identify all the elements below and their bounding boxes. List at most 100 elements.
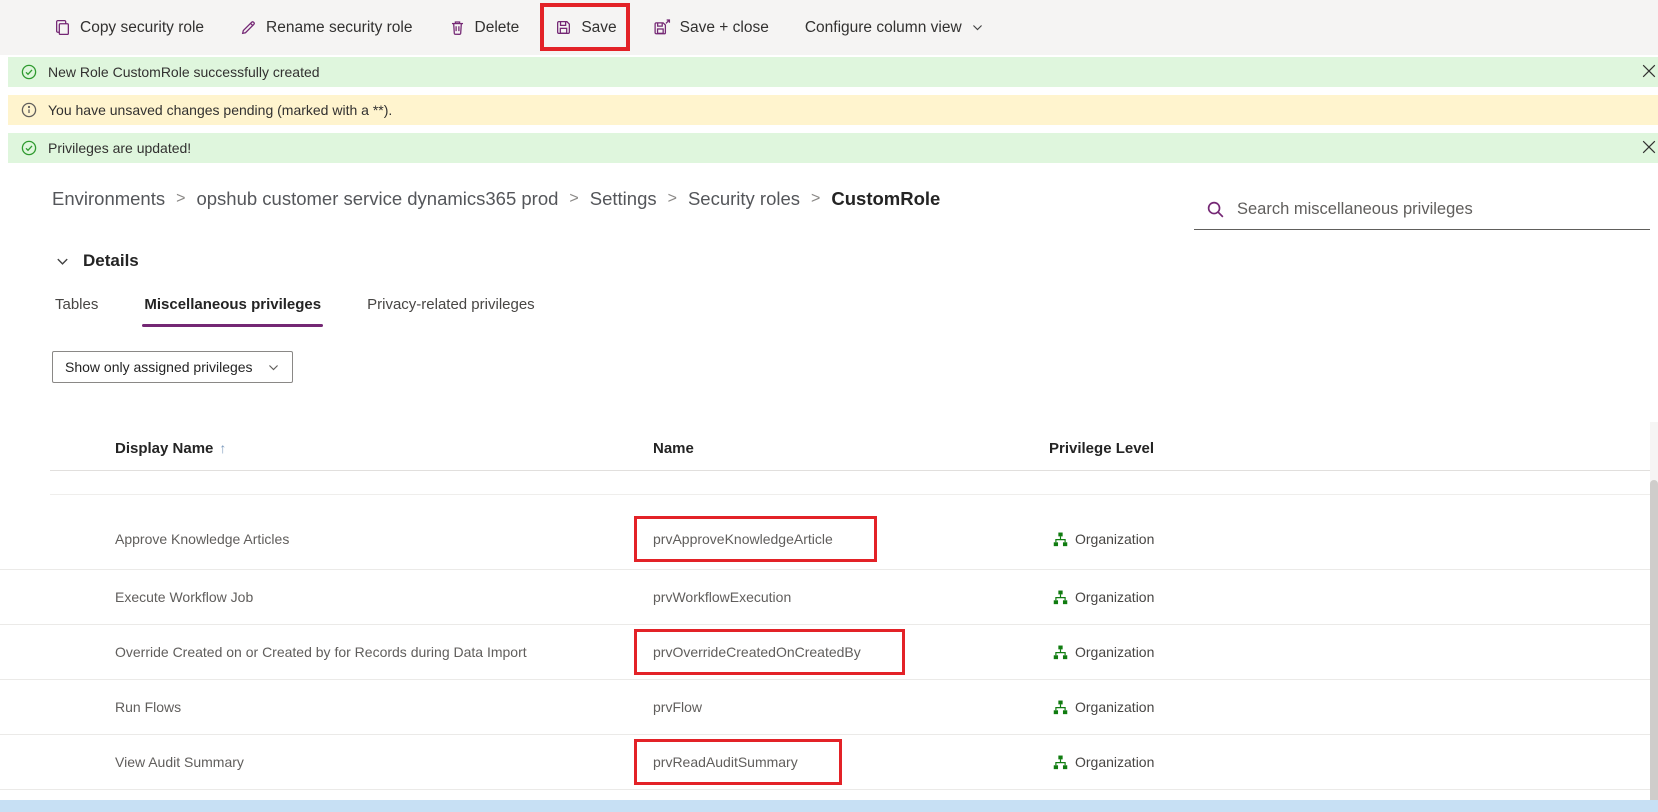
horizontal-scrollbar[interactable] bbox=[0, 800, 1658, 812]
cell-privilege-level: Organization bbox=[1053, 699, 1154, 715]
tab-bar: Tables Miscellaneous privileges Privacy-… bbox=[55, 296, 535, 327]
breadcrumb-separator: > bbox=[569, 190, 578, 208]
chevron-down-icon bbox=[267, 361, 280, 374]
banner-unsaved-changes: You have unsaved changes pending (marked… bbox=[8, 95, 1658, 125]
vertical-scrollbar-thumb[interactable] bbox=[1650, 480, 1658, 810]
privilege-name: prvOverrideCreatedOnCreatedBy bbox=[653, 644, 861, 660]
organization-icon bbox=[1053, 645, 1068, 660]
tab-tables[interactable]: Tables bbox=[55, 296, 98, 327]
search-icon bbox=[1206, 200, 1225, 219]
chevron-down-icon bbox=[971, 21, 984, 34]
search-box bbox=[1194, 190, 1650, 230]
cell-privilege-level: Organization bbox=[1053, 644, 1154, 660]
cell-display-name: Approve Knowledge Articles bbox=[115, 531, 289, 547]
close-icon[interactable] bbox=[1642, 140, 1656, 154]
privilege-level-label: Organization bbox=[1075, 754, 1154, 770]
table-row[interactable]: View Audit Summary prvReadAuditSummary O… bbox=[0, 735, 1658, 790]
privilege-level-label: Organization bbox=[1075, 589, 1154, 605]
copy-security-role-button[interactable]: Copy security role bbox=[52, 17, 206, 39]
cell-display-name: Execute Workflow Job bbox=[115, 589, 253, 605]
cell-name: prvWorkflowExecution bbox=[653, 589, 791, 605]
toolbar-label: Delete bbox=[475, 19, 520, 37]
privileges-table: Approve Knowledge Articles prvApproveKno… bbox=[0, 495, 1658, 790]
toolbar-label: Save bbox=[581, 19, 616, 37]
command-bar: Copy security role Rename security role … bbox=[0, 0, 1658, 55]
breadcrumb-environment-name[interactable]: opshub customer service dynamics365 prod bbox=[196, 188, 558, 210]
save-icon bbox=[555, 19, 572, 36]
pencil-icon bbox=[240, 19, 257, 36]
column-label: Display Name bbox=[115, 440, 213, 457]
success-check-icon bbox=[21, 140, 37, 156]
cell-name: prvFlow bbox=[653, 699, 702, 715]
table-row[interactable]: Run Flows prvFlow Organization bbox=[0, 680, 1658, 735]
chevron-down-icon bbox=[55, 254, 70, 269]
privilege-level-label: Organization bbox=[1075, 699, 1154, 715]
tab-miscellaneous-privileges[interactable]: Miscellaneous privileges bbox=[144, 296, 321, 327]
breadcrumb-settings[interactable]: Settings bbox=[590, 188, 657, 210]
save-and-close-button[interactable]: Save + close bbox=[651, 17, 771, 39]
column-header-privilege-level[interactable]: Privilege Level bbox=[1049, 440, 1154, 457]
cell-name: prvOverrideCreatedOnCreatedBy bbox=[653, 644, 861, 660]
table-row[interactable]: Execute Workflow Job prvWorkflowExecutio… bbox=[0, 570, 1658, 625]
toolbar-label: Save + close bbox=[680, 19, 769, 37]
table-row[interactable]: Override Created on or Created by for Re… bbox=[0, 625, 1658, 680]
cell-display-name: View Audit Summary bbox=[115, 754, 244, 770]
details-toggle[interactable]: Details bbox=[55, 251, 139, 271]
cell-privilege-level: Organization bbox=[1053, 531, 1154, 547]
delete-button[interactable]: Delete bbox=[447, 17, 522, 39]
tab-label: Privacy-related privileges bbox=[367, 296, 535, 313]
copy-icon bbox=[54, 19, 71, 36]
rename-security-role-button[interactable]: Rename security role bbox=[238, 17, 414, 39]
column-header-name[interactable]: Name bbox=[653, 440, 694, 457]
tab-privacy-related-privileges[interactable]: Privacy-related privileges bbox=[367, 296, 535, 327]
organization-icon bbox=[1053, 590, 1068, 605]
column-header-display-name[interactable]: Display Name ↑ bbox=[115, 440, 226, 457]
breadcrumb-security-roles[interactable]: Security roles bbox=[688, 188, 800, 210]
organization-icon bbox=[1053, 532, 1068, 547]
banner-text: New Role CustomRole successfully created bbox=[48, 64, 320, 80]
tab-label: Tables bbox=[55, 296, 98, 313]
banner-text: You have unsaved changes pending (marked… bbox=[48, 102, 392, 118]
breadcrumb-separator: > bbox=[176, 190, 185, 208]
sort-ascending-icon: ↑ bbox=[219, 440, 226, 456]
breadcrumb: Environments > opshub customer service d… bbox=[52, 188, 940, 210]
table-row[interactable]: Approve Knowledge Articles prvApproveKno… bbox=[0, 495, 1658, 570]
banner-text: Privileges are updated! bbox=[48, 140, 191, 156]
table-header: Display Name ↑ Name Privilege Level bbox=[0, 432, 1658, 470]
breadcrumb-current-role: CustomRole bbox=[831, 188, 940, 210]
cell-display-name: Override Created on or Created by for Re… bbox=[115, 644, 527, 660]
cell-privilege-level: Organization bbox=[1053, 754, 1154, 770]
cell-name: prvReadAuditSummary bbox=[653, 754, 798, 770]
save-button[interactable]: Save bbox=[553, 17, 618, 39]
breadcrumb-separator: > bbox=[668, 190, 677, 208]
close-icon[interactable] bbox=[1642, 64, 1656, 78]
privilege-name: prvFlow bbox=[653, 699, 702, 715]
trash-icon bbox=[449, 19, 466, 36]
header-divider bbox=[50, 470, 1650, 471]
banner-role-created: New Role CustomRole successfully created bbox=[8, 57, 1658, 87]
privilege-name: prvReadAuditSummary bbox=[653, 754, 798, 770]
breadcrumb-environments[interactable]: Environments bbox=[52, 188, 165, 210]
search-input[interactable] bbox=[1237, 200, 1617, 219]
cell-privilege-level: Organization bbox=[1053, 589, 1154, 605]
save-close-icon bbox=[653, 19, 671, 36]
toolbar-label: Copy security role bbox=[80, 19, 204, 37]
configure-column-view-button[interactable]: Configure column view bbox=[803, 17, 986, 39]
organization-icon bbox=[1053, 700, 1068, 715]
security-role-editor: Copy security role Rename security role … bbox=[0, 0, 1658, 812]
toolbar-label: Rename security role bbox=[266, 19, 412, 37]
success-check-icon bbox=[21, 64, 37, 80]
assigned-privileges-filter-dropdown[interactable]: Show only assigned privileges bbox=[52, 351, 293, 383]
details-label: Details bbox=[83, 251, 139, 271]
toolbar-label: Configure column view bbox=[805, 19, 962, 37]
privilege-level-label: Organization bbox=[1075, 531, 1154, 547]
privilege-name: prvWorkflowExecution bbox=[653, 589, 791, 605]
dropdown-value: Show only assigned privileges bbox=[65, 359, 253, 375]
cell-name: prvApproveKnowledgeArticle bbox=[653, 531, 833, 547]
cell-display-name: Run Flows bbox=[115, 699, 181, 715]
info-icon bbox=[21, 102, 37, 118]
vertical-scrollbar[interactable] bbox=[1650, 422, 1658, 812]
breadcrumb-separator: > bbox=[811, 190, 820, 208]
privilege-name: prvApproveKnowledgeArticle bbox=[653, 531, 833, 547]
tab-label: Miscellaneous privileges bbox=[144, 296, 321, 313]
